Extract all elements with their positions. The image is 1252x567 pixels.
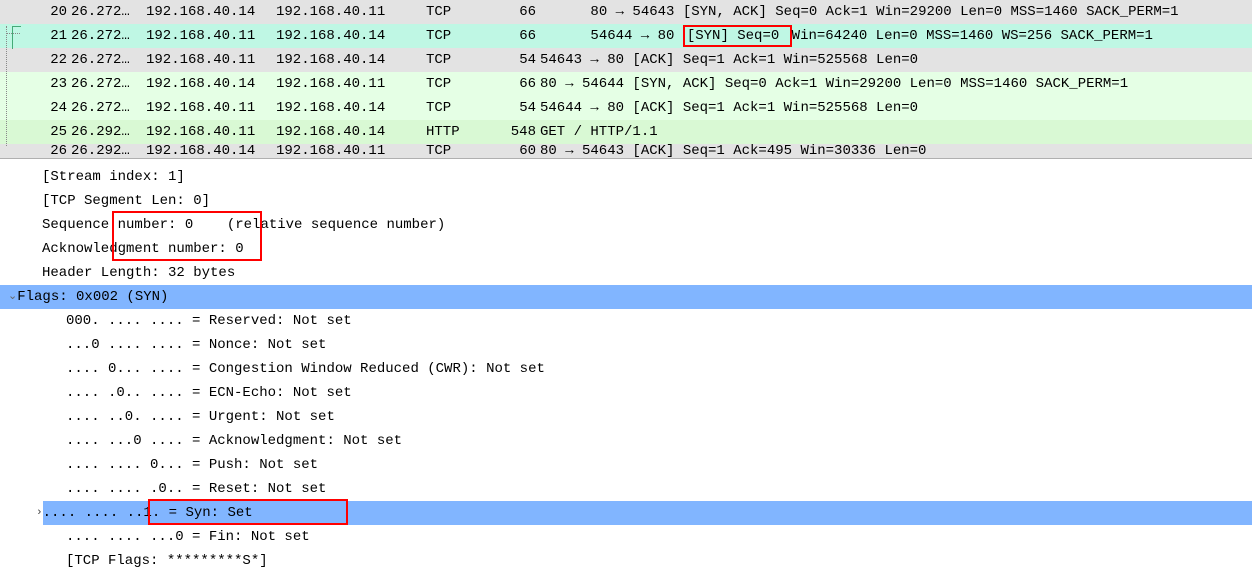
detail-stream[interactable]: [Stream index: 1] [0, 165, 1252, 189]
col-info: 54643 → 80 [ACK] Seq=1 Ack=1 Win=525568 … [540, 53, 918, 67]
col-proto: TCP [426, 5, 491, 19]
flag-reserved[interactable]: 000. .... .... = Reserved: Not set [0, 309, 1252, 333]
col-info: 80 → 54643 [SYN, ACK] Seq=0 Ack=1 Win=29… [540, 0, 1179, 24]
col-len: 66 [491, 29, 540, 43]
col-len: 54 [491, 101, 540, 115]
table-row[interactable]: 22 26.272… 192.168.40.11 192.168.40.14 T… [0, 48, 1252, 72]
detail-tcpflags[interactable]: [TCP Flags: *********S*] [0, 549, 1252, 567]
table-row[interactable]: 20 26.272… 192.168.40.14 192.168.40.11 T… [0, 0, 1252, 24]
chevron-right-icon[interactable]: › [36, 501, 43, 525]
detail-seglen[interactable]: [TCP Segment Len: 0] [0, 189, 1252, 213]
col-proto: TCP [426, 29, 491, 43]
col-dst: 192.168.40.14 [276, 29, 426, 43]
col-no: 23 [4, 77, 71, 91]
col-no: 26 [4, 144, 71, 158]
col-proto: HTTP [426, 125, 491, 139]
flag-ecn[interactable]: .... .0.. .... = ECN-Echo: Not set [0, 381, 1252, 405]
col-dst: 192.168.40.11 [276, 5, 426, 19]
col-len: 60 [491, 144, 540, 158]
col-len: 548 [491, 125, 540, 139]
col-len: 66 [491, 5, 540, 19]
highlight-syn-seq: [SYN] Seq=0 [683, 25, 792, 47]
flag-reset[interactable]: .... .... .0.. = Reset: Not set [0, 477, 1252, 501]
detail-flags[interactable]: ⌄Flags: 0x002 (SYN) [0, 285, 1252, 309]
col-no: 22 [4, 53, 71, 67]
table-row[interactable]: 23 26.272… 192.168.40.14 192.168.40.11 T… [0, 72, 1252, 96]
col-src: 192.168.40.11 [146, 125, 276, 139]
table-row[interactable]: 25 26.292… 192.168.40.11 192.168.40.14 H… [0, 120, 1252, 144]
col-dst: 192.168.40.11 [276, 77, 426, 91]
col-info: 54644 → 80 [ACK] Seq=1 Ack=1 Win=525568 … [540, 101, 918, 115]
col-src: 192.168.40.11 [146, 53, 276, 67]
detail-hdrlen[interactable]: Header Length: 32 bytes [0, 261, 1252, 285]
col-info: GET / HTTP/1.1 [540, 125, 658, 139]
col-len: 66 [491, 77, 540, 91]
detail-seq[interactable]: Sequence number: 0 (relative sequence nu… [0, 213, 1252, 237]
col-src: 192.168.40.14 [146, 77, 276, 91]
flag-cwr[interactable]: .... 0... .... = Congestion Window Reduc… [0, 357, 1252, 381]
table-row[interactable]: 26 26.292… 192.168.40.14 192.168.40.11 T… [0, 144, 1252, 158]
col-time: 26.272… [71, 101, 146, 115]
chevron-down-icon[interactable]: ⌄ [8, 285, 17, 309]
col-info: 80 → 54644 [SYN, ACK] Seq=0 Ack=1 Win=29… [540, 77, 1128, 91]
col-time: 26.272… [71, 77, 146, 91]
flag-syn[interactable]: ›.... .... ..1. = Syn: Set [0, 501, 1252, 525]
flag-ack[interactable]: .... ...0 .... = Acknowledgment: Not set [0, 429, 1252, 453]
col-proto: TCP [426, 53, 491, 67]
col-dst: 192.168.40.14 [276, 101, 426, 115]
flag-urg[interactable]: .... ..0. .... = Urgent: Not set [0, 405, 1252, 429]
flag-push[interactable]: .... .... 0... = Push: Not set [0, 453, 1252, 477]
col-src: 192.168.40.14 [146, 5, 276, 19]
col-time: 26.272… [71, 5, 146, 19]
col-info: 80 → 54643 [ACK] Seq=1 Ack=495 Win=30336… [540, 144, 926, 158]
col-proto: TCP [426, 144, 491, 158]
col-no: 21 [4, 29, 71, 43]
flag-nonce[interactable]: ...0 .... .... = Nonce: Not set [0, 333, 1252, 357]
col-no: 24 [4, 101, 71, 115]
col-proto: TCP [426, 77, 491, 91]
packet-list[interactable]: 20 26.272… 192.168.40.14 192.168.40.11 T… [0, 0, 1252, 159]
col-dst: 192.168.40.14 [276, 53, 426, 67]
col-no: 25 [4, 125, 71, 139]
col-time: 26.292… [71, 125, 146, 139]
table-row-selected[interactable]: 21 26.272… 192.168.40.11 192.168.40.14 T… [0, 24, 1252, 48]
flag-fin[interactable]: .... .... ...0 = Fin: Not set [0, 525, 1252, 549]
col-src: 192.168.40.14 [146, 144, 276, 158]
col-time: 26.292… [71, 144, 146, 158]
col-no: 20 [4, 5, 71, 19]
col-time: 26.272… [71, 29, 146, 43]
col-len: 54 [491, 53, 540, 67]
table-row[interactable]: 24 26.272… 192.168.40.11 192.168.40.14 T… [0, 96, 1252, 120]
col-src: 192.168.40.11 [146, 101, 276, 115]
packet-details[interactable]: [Stream index: 1] [TCP Segment Len: 0] S… [0, 159, 1252, 567]
col-time: 26.272… [71, 53, 146, 67]
col-src: 192.168.40.11 [146, 29, 276, 43]
detail-ack[interactable]: Acknowledgment number: 0 [0, 237, 1252, 261]
col-proto: TCP [426, 101, 491, 115]
col-dst: 192.168.40.14 [276, 125, 426, 139]
col-dst: 192.168.40.11 [276, 144, 426, 158]
col-info: 54644 → 80 [SYN] Seq=0 Win=64240 Len=0 M… [540, 24, 1153, 48]
